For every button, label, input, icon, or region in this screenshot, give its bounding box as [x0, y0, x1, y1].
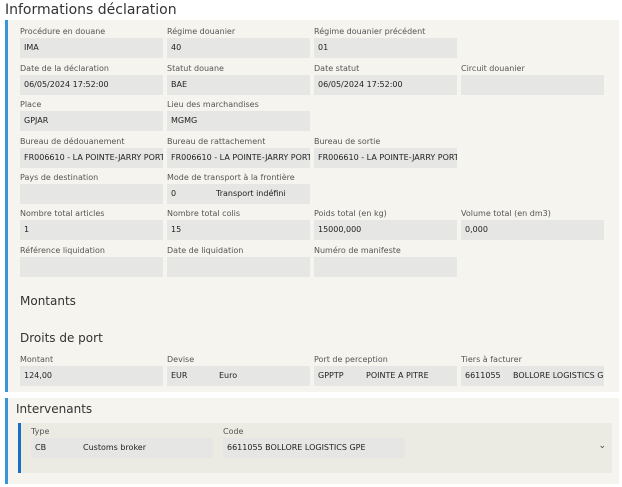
date-statut-label: Date statut — [314, 64, 360, 73]
mode-transport-label: Mode de transport à la frontière — [167, 173, 295, 182]
nb-colis-field: Nombre total colis 15 — [167, 208, 310, 240]
manifeste-label: Numéro de manifeste — [314, 246, 401, 255]
port-perception-code: GPPTP — [318, 371, 344, 380]
tiers-facturer-value[interactable]: 6611055 BOLLORE LOGISTICS GPE — [461, 366, 604, 386]
lieu-value[interactable]: MGMG — [167, 111, 310, 131]
intervenant-type-label: Type — [31, 427, 50, 436]
lieu-field: Lieu des marchandises MGMG — [167, 99, 310, 131]
bureau-dedouanement-field: Bureau de dédouanement FR006610 - LA POI… — [20, 136, 163, 168]
intervenant-type-desc: Customs broker — [83, 443, 147, 452]
intervenant-type-field: Type CB Customs broker — [31, 426, 213, 458]
date-declaration-value[interactable]: 06/05/2024 17:52:00 — [20, 75, 163, 95]
mode-transport-desc: Transport indéfini — [216, 189, 286, 198]
date-statut-value[interactable]: 06/05/2024 17:52:00 — [314, 75, 457, 95]
montant-field: Montant 124,00 — [20, 354, 163, 386]
date-liquidation-field: Date de liquidation — [167, 245, 310, 277]
bureau-rattachement-label: Bureau de rattachement — [167, 137, 266, 146]
nb-colis-label: Nombre total colis — [167, 209, 241, 218]
tiers-facturer-code: 6611055 — [465, 371, 501, 380]
montant-label: Montant — [20, 355, 54, 364]
nb-articles-value[interactable]: 1 — [20, 220, 163, 240]
regime-value[interactable]: 40 — [167, 38, 310, 58]
intervenant-type-code: CB — [35, 443, 47, 452]
regime-label: Régime douanier — [167, 27, 236, 36]
pays-destination-label: Pays de destination — [20, 173, 99, 182]
devise-desc: Euro — [219, 371, 238, 380]
intervenants-heading: Intervenants — [16, 402, 93, 416]
place-value[interactable]: GPJAR — [20, 111, 163, 131]
bureau-rattachement-field: Bureau de rattachement FR006610 - LA POI… — [167, 136, 310, 168]
circuit-value[interactable] — [461, 75, 604, 95]
date-declaration-field: Date de la déclaration 06/05/2024 17:52:… — [20, 63, 163, 95]
date-liquidation-value[interactable] — [167, 257, 310, 277]
poids-value[interactable]: 15000,000 — [314, 220, 457, 240]
procedure-value[interactable]: IMA — [20, 38, 163, 58]
port-perception-label: Port de perception — [314, 355, 388, 364]
manifeste-field: Numéro de manifeste — [314, 245, 457, 277]
date-statut-field: Date statut 06/05/2024 17:52:00 — [314, 63, 457, 95]
intervenants-section: Intervenants Type CB Customs broker Code … — [5, 398, 619, 484]
intervenant-code-value[interactable]: 6611055 BOLLORE LOGISTICS GPE — [223, 438, 405, 458]
intervenant-code-label: Code — [223, 427, 244, 436]
circuit-field: Circuit douanier — [461, 63, 604, 95]
volume-value[interactable]: 0,000 — [461, 220, 604, 240]
statut-value[interactable]: BAE — [167, 75, 310, 95]
regime-precedent-value[interactable]: 01 — [314, 38, 457, 58]
intervenant-card[interactable]: Type CB Customs broker Code 6611055 BOLLO… — [18, 423, 612, 473]
montant-value[interactable]: 124,00 — [20, 366, 163, 386]
page-title: Informations déclaration — [5, 2, 177, 18]
volume-field: Volume total (en dm3) 0,000 — [461, 208, 604, 240]
mode-transport-value[interactable]: 0 Transport indéfini — [167, 184, 310, 204]
bureau-sortie-field: Bureau de sortie FR006610 - LA POINTE-JA… — [314, 136, 457, 168]
place-label: Place — [20, 100, 42, 109]
ref-liquidation-value[interactable] — [20, 257, 163, 277]
port-perception-value[interactable]: GPPTP POINTE A PITRE — [314, 366, 457, 386]
intervenant-type-value[interactable]: CB Customs broker — [31, 438, 213, 458]
volume-label: Volume total (en dm3) — [461, 209, 551, 218]
devise-label: Devise — [167, 355, 195, 364]
port-perception-desc: POINTE A PITRE — [366, 371, 429, 380]
nb-articles-field: Nombre total articles 1 — [20, 208, 163, 240]
chevron-down-icon[interactable]: ⌄ — [598, 441, 606, 451]
regime-precedent-field: Régime douanier précédent 01 — [314, 26, 457, 58]
devise-field: Devise EUR Euro — [167, 354, 310, 386]
pays-destination-value[interactable] — [20, 184, 163, 204]
tiers-facturer-field: Tiers à facturer 6611055 BOLLORE LOGISTIC… — [461, 354, 604, 386]
tiers-facturer-label: Tiers à facturer — [461, 355, 522, 364]
tiers-facturer-desc: BOLLORE LOGISTICS GPE — [513, 371, 604, 380]
statut-field: Statut douane BAE — [167, 63, 310, 95]
droits-heading: Droits de port — [20, 331, 103, 345]
procedure-field: Procédure en douane IMA — [20, 26, 163, 58]
declaration-section: Procédure en douane IMA Régime douanier … — [5, 20, 619, 392]
bureau-sortie-label: Bureau de sortie — [314, 137, 381, 146]
pays-destination-field: Pays de destination — [20, 172, 163, 204]
devise-code: EUR — [171, 371, 188, 380]
poids-label: Poids total (en kg) — [314, 209, 387, 218]
bureau-dedouanement-value[interactable]: FR006610 - LA POINTE-JARRY PORT — [20, 148, 163, 168]
ref-liquidation-label: Référence liquidation — [20, 246, 105, 255]
date-declaration-label: Date de la déclaration — [20, 64, 109, 73]
bureau-dedouanement-label: Bureau de dédouanement — [20, 137, 125, 146]
regime-precedent-label: Régime douanier précédent — [314, 27, 426, 36]
nb-colis-value[interactable]: 15 — [167, 220, 310, 240]
intervenant-code-field: Code 6611055 BOLLORE LOGISTICS GPE — [223, 426, 405, 458]
lieu-label: Lieu des marchandises — [167, 100, 259, 109]
regime-field: Régime douanier 40 — [167, 26, 310, 58]
ref-liquidation-field: Référence liquidation — [20, 245, 163, 277]
montants-heading: Montants — [20, 294, 76, 308]
statut-label: Statut douane — [167, 64, 224, 73]
manifeste-value[interactable] — [314, 257, 457, 277]
devise-value[interactable]: EUR Euro — [167, 366, 310, 386]
bureau-rattachement-value[interactable]: FR006610 - LA POINTE-JARRY PORT — [167, 148, 310, 168]
place-field: Place GPJAR — [20, 99, 163, 131]
port-perception-field: Port de perception GPPTP POINTE A PITRE — [314, 354, 457, 386]
bureau-sortie-value[interactable]: FR006610 - LA POINTE-JARRY PORT — [314, 148, 457, 168]
poids-field: Poids total (en kg) 15000,000 — [314, 208, 457, 240]
nb-articles-label: Nombre total articles — [20, 209, 105, 218]
circuit-label: Circuit douanier — [461, 64, 525, 73]
procedure-label: Procédure en douane — [20, 27, 106, 36]
mode-transport-field: Mode de transport à la frontière 0 Transp… — [167, 172, 310, 204]
date-liquidation-label: Date de liquidation — [167, 246, 244, 255]
mode-transport-code: 0 — [171, 189, 177, 198]
